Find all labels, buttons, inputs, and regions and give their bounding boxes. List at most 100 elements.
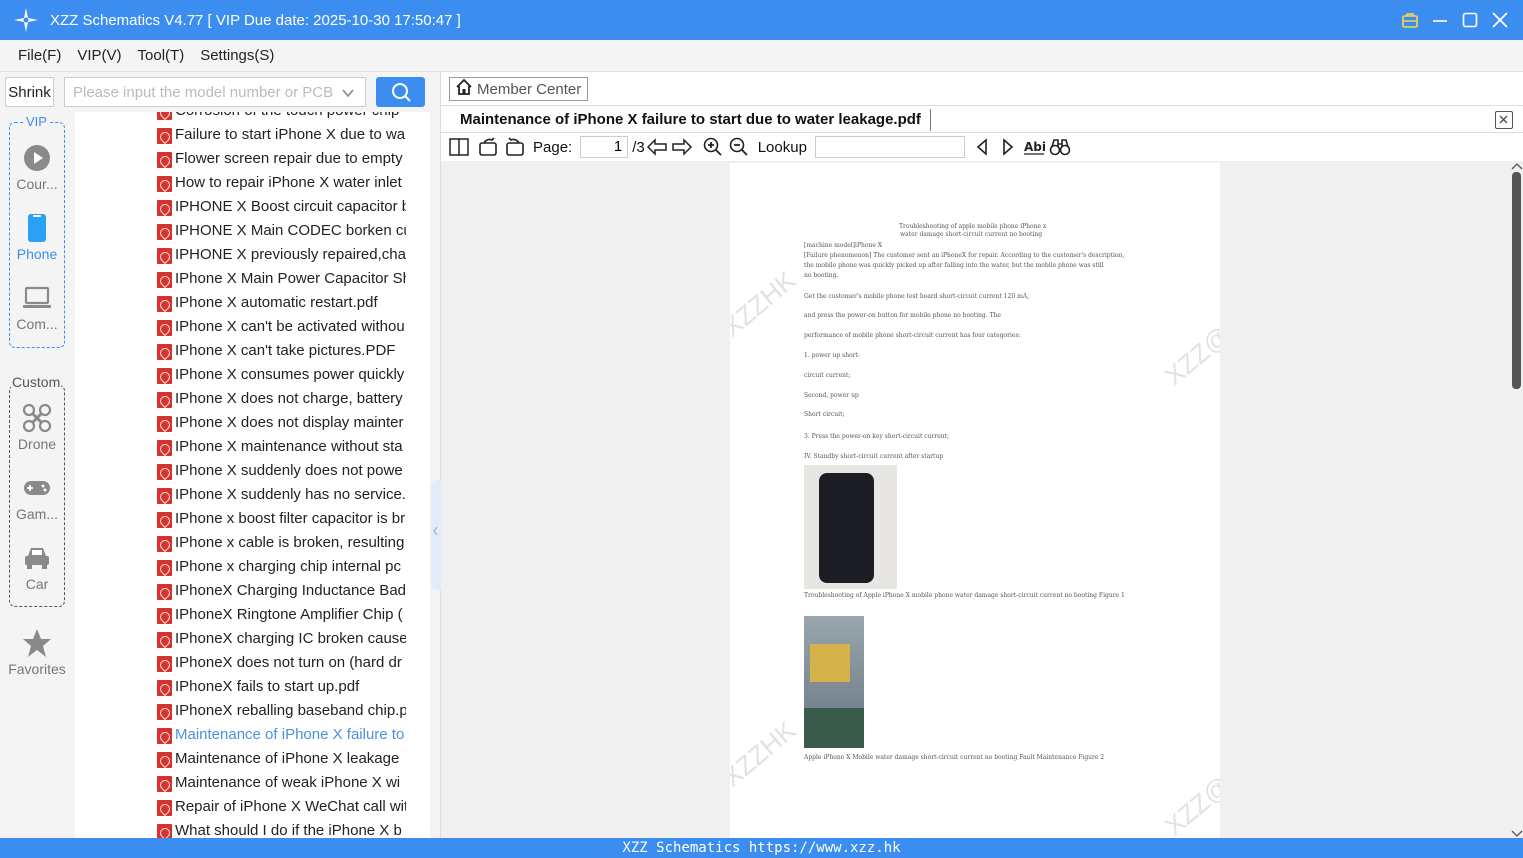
file-name: IPhoneX Charging Inductance Bad [175, 582, 406, 599]
pdf-file-icon [157, 344, 172, 360]
file-list-item[interactable]: IPHONE X previously repaired,char [75, 244, 430, 268]
file-list-item[interactable]: IPHONE X Boost circuit capacitor b [75, 196, 430, 220]
file-name: Maintenance of iPhone X leakage [175, 750, 400, 767]
status-bar: XZZ Schematics https://www.xzz.hk [0, 838, 1523, 858]
file-name: IPhone X suddenly does not powe [175, 462, 403, 479]
previous-page-icon[interactable] [646, 136, 668, 158]
nav-item-favorites[interactable]: Favorites [0, 628, 74, 688]
file-list-item[interactable]: Repair of iPhone X WeChat call wit [75, 796, 430, 820]
chevron-down-icon[interactable] [341, 86, 355, 105]
pdf-text-line: Troubleshooting of Apple iPhone X mobile… [804, 592, 1125, 599]
file-list-item[interactable]: IPhoneX reballing baseband chip.p [75, 700, 430, 724]
file-list-item[interactable]: IPhone x boost filter capacitor is br [75, 508, 430, 532]
menu-file[interactable]: File(F) [18, 47, 61, 64]
pdf-file-icon [157, 464, 172, 480]
file-list-item[interactable]: Failure to start iPhone X due to wa [75, 124, 430, 148]
pdf-text-line: [Failure phenomenon] The customer sent a… [804, 252, 1125, 259]
shrink-button[interactable]: Shrink [5, 77, 54, 107]
document-panel: Member Center Maintenance of iPhone X fa… [441, 72, 1523, 838]
file-name: IPhoneX fails to start up.pdf [175, 678, 360, 695]
file-list-item[interactable]: IPhone X Main Power Capacitor Sh [75, 268, 430, 292]
menu-settings[interactable]: Settings(S) [200, 47, 274, 64]
find-previous-icon[interactable] [971, 136, 993, 158]
file-name: IPhone X suddenly has no service.p [175, 486, 406, 503]
nav-item-drone[interactable]: Drone [0, 403, 74, 463]
pdf-file-icon [157, 608, 172, 624]
nav-item-computer[interactable]: Com... [0, 283, 74, 343]
menu-vip[interactable]: VIP(V) [77, 47, 121, 64]
binoculars-icon[interactable] [1049, 136, 1071, 158]
search-input[interactable] [73, 83, 333, 101]
search-button[interactable] [376, 77, 425, 107]
pdf-text-line: and press the power-on button for mobile… [804, 312, 1001, 319]
file-list-item[interactable]: IPhone X suddenly does not powe [75, 460, 430, 484]
collapse-panel-handle[interactable] [431, 480, 441, 590]
nav-item-phone[interactable]: Phone [0, 213, 74, 273]
document-tab[interactable]: Maintenance of iPhone X failure to start… [441, 105, 1523, 133]
file-list-item[interactable]: Maintenance of iPhone X leakage [75, 748, 430, 772]
laptop-icon [22, 283, 52, 313]
file-list-item[interactable]: IPhone X can't be activated withou [75, 316, 430, 340]
file-list-item[interactable]: IPhoneX fails to start up.pdf [75, 676, 430, 700]
play-circle-icon [22, 143, 52, 173]
pdf-file-icon [157, 512, 172, 528]
page-number-input[interactable]: 1 [580, 136, 629, 158]
minimize-button[interactable] [1431, 11, 1449, 29]
file-list-item[interactable]: IPhone X does not display mainter [75, 412, 430, 436]
next-page-icon[interactable] [671, 136, 693, 158]
pdf-file-icon [157, 560, 172, 576]
lookup-input[interactable] [814, 136, 965, 158]
zoom-out-icon[interactable] [728, 136, 750, 158]
pdf-viewer[interactable]: Troubleshooting of apple mobile phone iP… [441, 161, 1523, 838]
file-list-item[interactable]: IPhone X automatic restart.pdf [75, 292, 430, 316]
maximize-button[interactable] [1461, 11, 1479, 29]
member-center-button[interactable]: Member Center [449, 77, 588, 101]
close-button[interactable] [1491, 11, 1509, 29]
file-list-item[interactable]: Flower screen repair due to empty [75, 148, 430, 172]
pdf-text-line: circuit current; [804, 372, 851, 379]
rotate-left-icon[interactable] [477, 136, 499, 158]
file-list-item[interactable]: IPhone x cable is broken, resulting [75, 532, 430, 556]
pdf-file-icon [157, 296, 172, 312]
file-list-item[interactable]: IPhone X maintenance without sta [75, 436, 430, 460]
watermark-text: XZZ@XZZHK [730, 264, 802, 392]
viewer-scroll-thumb[interactable] [1512, 172, 1521, 389]
custom-group-label: Custom [11, 374, 62, 390]
file-list-item[interactable]: IPHONE X Main CODEC borken cu [75, 220, 430, 244]
file-list-item[interactable]: IPhoneX Charging Inductance Bad [75, 580, 430, 604]
file-list-item[interactable]: IPhoneX does not turn on (hard dr [75, 652, 430, 676]
pdf-text-line: IV. Standby short-circuit current after … [804, 453, 944, 460]
file-list-item[interactable]: IPhone X consumes power quickly [75, 364, 430, 388]
file-list-item[interactable]: Maintenance of weak iPhone X wi [75, 772, 430, 796]
file-list-item[interactable]: Corrosion of the touch power chip [75, 112, 430, 124]
file-list-item[interactable]: IPhoneX charging IC broken cause [75, 628, 430, 652]
menu-tool[interactable]: Tool(T) [138, 47, 185, 64]
close-tab-icon[interactable] [1495, 111, 1513, 129]
pdf-file-icon [157, 824, 172, 838]
search-icon [391, 83, 411, 102]
rotate-right-icon[interactable] [504, 136, 526, 158]
file-list-item[interactable]: IPhoneX Ringtone Amplifier Chip ( [75, 604, 430, 628]
match-case-icon[interactable]: Abi [1023, 136, 1045, 158]
file-name: IPhone X does not charge, battery [175, 390, 403, 407]
file-name: IPHONE X previously repaired,char [175, 246, 406, 263]
zoom-in-icon[interactable] [702, 136, 724, 158]
nav-item-car[interactable]: Car [0, 543, 74, 603]
file-list-item[interactable]: IPhone X does not charge, battery [75, 388, 430, 412]
file-list-item[interactable]: How to repair iPhone X water inlet [75, 172, 430, 196]
sidebar-toggle-icon[interactable] [448, 136, 470, 158]
file-list-item[interactable]: Maintenance of iPhone X failure to [75, 724, 430, 748]
pdf-file-icon [157, 632, 172, 648]
search-box [64, 77, 366, 107]
file-list-item[interactable]: IPhone x charging chip internal pc [75, 556, 430, 580]
file-list-item[interactable]: What should I do if the iPhone X b [75, 820, 430, 838]
file-list-item[interactable]: IPhone X can't take pictures.PDF [75, 340, 430, 364]
file-list[interactable]: What should I do if the iPhone X b Repair… [75, 112, 430, 838]
file-list-item[interactable]: IPhone X suddenly has no service.p [75, 484, 430, 508]
nav-item-course[interactable]: Cour... [0, 143, 74, 203]
briefcase-icon[interactable] [1401, 11, 1419, 29]
find-next-icon[interactable] [997, 136, 1019, 158]
pdf-figure-1 [804, 465, 897, 589]
nav-item-gaming[interactable]: Gam... [0, 473, 74, 533]
viewer-scrollbar[interactable] [1509, 161, 1523, 838]
